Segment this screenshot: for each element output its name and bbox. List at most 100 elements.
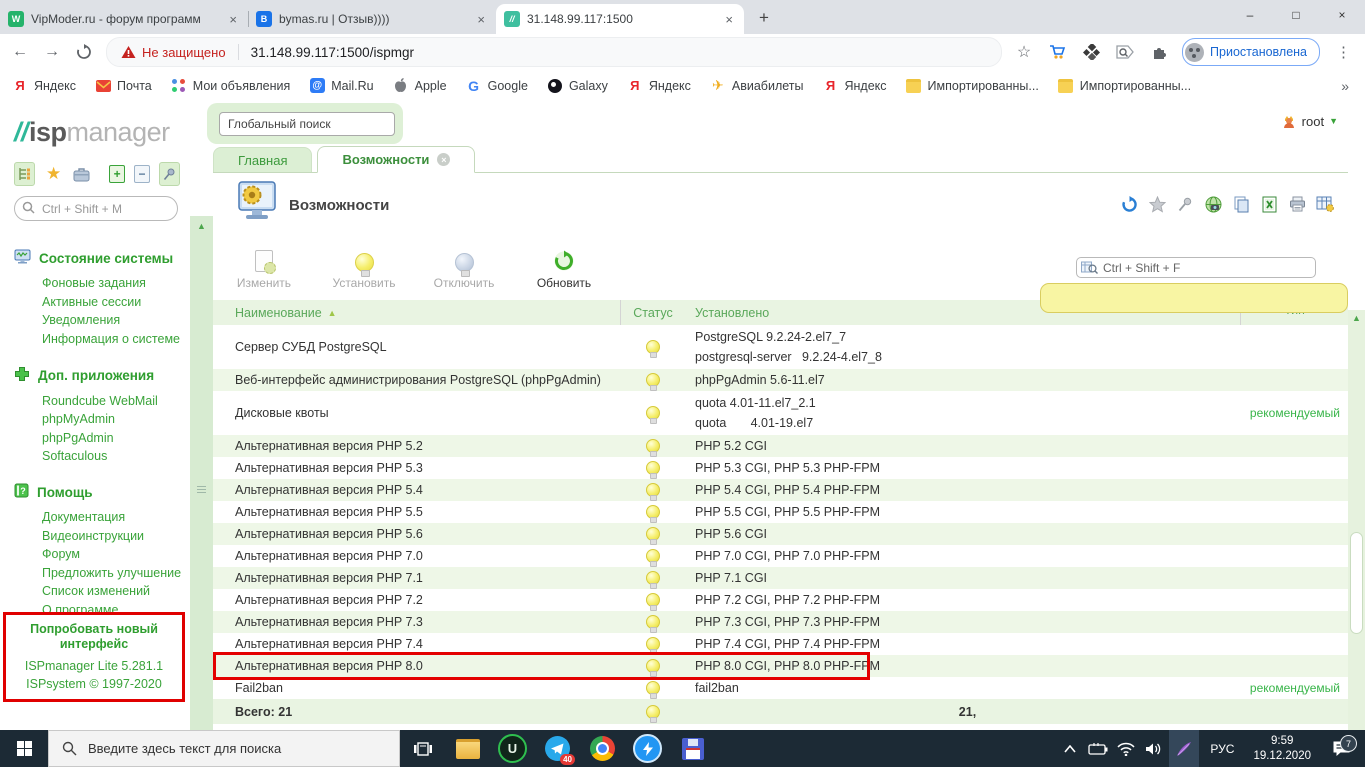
- bookmark-item[interactable]: Galaxy: [547, 78, 608, 94]
- puzzle-extensions-icon[interactable]: [1148, 41, 1170, 63]
- sidebar-item[interactable]: phpMyAdmin: [42, 412, 190, 426]
- file-explorer-icon[interactable]: [445, 730, 490, 767]
- profile-button[interactable]: Приостановлена: [1182, 38, 1320, 66]
- tab-home[interactable]: Главная: [213, 147, 312, 173]
- new-interface-box[interactable]: Попробовать новый интерфейс ISPmanager L…: [3, 612, 185, 702]
- table-row[interactable]: Fail2banfail2banрекомендуемый: [213, 677, 1348, 699]
- security-chip[interactable]: Не защищено: [121, 45, 226, 60]
- disable-button[interactable]: Отключить: [427, 248, 501, 290]
- menu-section-title[interactable]: Состояние системы: [14, 249, 190, 267]
- pin-sidebar-icon[interactable]: [159, 162, 180, 186]
- diamonds-extension-icon[interactable]: [1080, 41, 1102, 63]
- bookmark-star-icon[interactable]: ☆: [1014, 42, 1034, 62]
- vertical-scrollbar[interactable]: ▲: [1348, 310, 1365, 730]
- tray-chevron-icon[interactable]: [1057, 730, 1083, 767]
- bookmark-item[interactable]: Мои объявления: [171, 78, 291, 94]
- install-button[interactable]: Установить: [327, 248, 401, 290]
- bookmark-item[interactable]: ЯЯндекс: [627, 78, 691, 94]
- splitter-grip-icon[interactable]: [197, 486, 206, 493]
- favorite-star-icon[interactable]: [1148, 195, 1166, 213]
- bookmark-item[interactable]: ✈Авиабилеты: [710, 78, 804, 94]
- back-icon[interactable]: ←: [10, 42, 30, 62]
- sidebar-item[interactable]: Roundcube WebMail: [42, 394, 190, 408]
- menu-section-title[interactable]: ?Помощь: [14, 483, 190, 501]
- export-excel-icon[interactable]: [1260, 195, 1278, 213]
- table-row[interactable]: Альтернативная версия PHP 5.2PHP 5.2 CGI: [213, 435, 1348, 457]
- copy-icon[interactable]: [1232, 195, 1250, 213]
- table-row[interactable]: Альтернативная версия PHP 5.4PHP 5.4 CGI…: [213, 479, 1348, 501]
- bookmark-item[interactable]: Импортированны...: [906, 78, 1039, 94]
- wifi-icon[interactable]: [1113, 730, 1139, 767]
- tree-view-icon[interactable]: [14, 162, 35, 186]
- volume-icon[interactable]: [1141, 730, 1167, 767]
- sidebar-item[interactable]: phpPgAdmin: [42, 431, 190, 445]
- task-view-icon[interactable]: [400, 730, 445, 767]
- collapse-all-icon[interactable]: −: [134, 165, 150, 183]
- maximize-button[interactable]: □: [1273, 0, 1319, 30]
- sidebar-item[interactable]: Список изменений: [42, 584, 190, 598]
- table-row[interactable]: Альтернативная версия PHP 5.5PHP 5.5 CGI…: [213, 501, 1348, 523]
- bookmark-item[interactable]: GGoogle: [466, 78, 528, 94]
- print-icon[interactable]: [1288, 195, 1306, 213]
- column-status[interactable]: Статус: [620, 300, 685, 325]
- clock[interactable]: 9:59 19.12.2020: [1245, 734, 1319, 764]
- bookmarks-overflow-icon[interactable]: »: [1341, 78, 1353, 94]
- site-globe-icon[interactable]: [1204, 195, 1222, 213]
- table-row[interactable]: Веб-интерфейс администрирования PostgreS…: [213, 369, 1348, 391]
- language-indicator[interactable]: РУС: [1201, 742, 1243, 756]
- new-tab-button[interactable]: +: [750, 4, 778, 32]
- table-row[interactable]: Альтернативная версия PHP 8.0PHP 8.0 CGI…: [213, 655, 1348, 677]
- telegram-icon[interactable]: 40: [535, 730, 580, 767]
- menu-section-title[interactable]: Доп. приложения: [14, 366, 190, 385]
- table-row[interactable]: Альтернативная версия PHP 7.3PHP 7.3 CGI…: [213, 611, 1348, 633]
- try-new-interface-link[interactable]: Попробовать новый интерфейс: [8, 622, 180, 653]
- column-name[interactable]: Наименование ▲: [213, 306, 620, 320]
- sidebar-item[interactable]: Активные сессии: [42, 295, 190, 309]
- start-button[interactable]: [0, 730, 48, 767]
- save-floppy-icon[interactable]: [670, 730, 715, 767]
- taskbar-search[interactable]: Введите здесь текст для поиска: [48, 730, 400, 767]
- chrome-icon[interactable]: [580, 730, 625, 767]
- sidebar-item[interactable]: Softaculous: [42, 449, 190, 463]
- sidebar-search-input[interactable]: [14, 196, 178, 221]
- sidebar-item[interactable]: Форум: [42, 547, 190, 561]
- table-row[interactable]: Сервер СУБД PostgreSQLPostgreSQL 9.2.24-…: [213, 325, 1348, 369]
- pin-icon[interactable]: [1176, 195, 1194, 213]
- url-text[interactable]: 31.148.99.117:1500/ispmgr: [251, 45, 414, 60]
- bookmark-item[interactable]: ЯЯндекс: [823, 78, 887, 94]
- bookmark-item[interactable]: Apple: [393, 78, 447, 94]
- sidebar-splitter[interactable]: ▲: [190, 216, 213, 730]
- browser-tab[interactable]: Bbymas.ru | Отзыв))))×: [248, 4, 496, 34]
- sidebar-item[interactable]: Предложить улучшение: [42, 566, 190, 580]
- tab-close-icon[interactable]: ×: [722, 12, 736, 27]
- table-row[interactable]: Альтернативная версия PHP 7.1PHP 7.1 CGI: [213, 567, 1348, 589]
- pen-tool-icon[interactable]: [1169, 730, 1199, 767]
- expand-all-icon[interactable]: +: [109, 165, 125, 183]
- table-row[interactable]: Альтернативная версия PHP 5.6PHP 5.6 CGI: [213, 523, 1348, 545]
- search-tag-extension-icon[interactable]: [1114, 41, 1136, 63]
- table-row[interactable]: Альтернативная версия PHP 5.3PHP 5.3 CGI…: [213, 457, 1348, 479]
- tab-close-icon[interactable]: ×: [474, 12, 488, 27]
- tab-features[interactable]: Возможности ×: [317, 146, 475, 173]
- close-button[interactable]: ×: [1319, 0, 1365, 30]
- omnibox[interactable]: Не защищено 31.148.99.117:1500/ispmgr: [106, 37, 1002, 67]
- user-menu[interactable]: root ▼: [1281, 113, 1338, 129]
- scroll-up-icon[interactable]: ▲: [1348, 310, 1365, 323]
- sidebar-item[interactable]: Уведомления: [42, 313, 190, 327]
- sidebar-item[interactable]: Документация: [42, 510, 190, 524]
- refresh-button[interactable]: Обновить: [527, 248, 601, 290]
- table-row[interactable]: Дисковые квотыquota 4.01-11.el7_2.1quota…: [213, 391, 1348, 435]
- tab-close-icon[interactable]: ×: [437, 153, 450, 166]
- bookmark-item[interactable]: Импортированны...: [1058, 78, 1191, 94]
- browser-tab[interactable]: WVipModer.ru - форум программ×: [0, 4, 248, 34]
- bookmark-item[interactable]: Почта: [95, 78, 152, 94]
- sidebar-item[interactable]: Информация о системе: [42, 332, 190, 346]
- action-center-icon[interactable]: 7: [1321, 740, 1361, 757]
- table-settings-icon[interactable]: [1316, 195, 1334, 213]
- table-row[interactable]: Альтернативная версия PHP 7.0PHP 7.0 CGI…: [213, 545, 1348, 567]
- battery-icon[interactable]: [1085, 730, 1111, 767]
- refresh-icon[interactable]: [1120, 195, 1138, 213]
- bookmark-item[interactable]: ЯЯндекс: [12, 78, 76, 94]
- briefcase-icon[interactable]: [72, 163, 91, 185]
- global-search-input[interactable]: [219, 112, 395, 136]
